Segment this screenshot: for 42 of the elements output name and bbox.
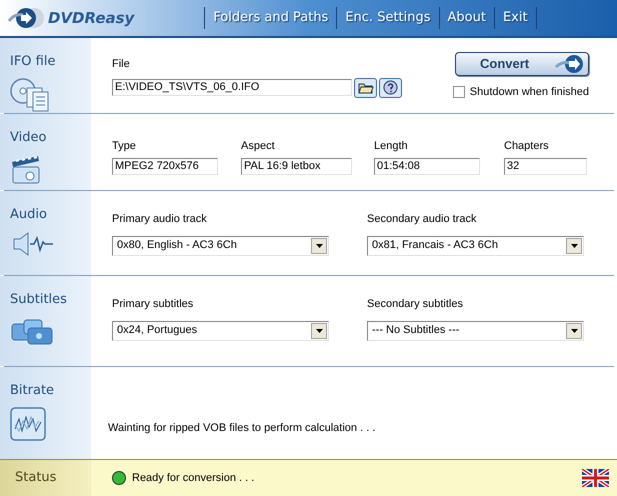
chart-icon <box>10 406 46 440</box>
field-label: Aspect <box>241 139 276 154</box>
dropdown[interactable]: 0x24, Portugues <box>112 320 329 340</box>
field-label: File <box>112 57 131 72</box>
field-label: Primary subtitles <box>112 297 194 312</box>
text-field[interactable]: 01:54:08 <box>374 158 480 174</box>
section-title: Bitrate <box>10 382 56 400</box>
field-label: Secondary subtitles <box>367 297 464 312</box>
convert-button[interactable]: Convert <box>455 52 589 76</box>
status-title: Status <box>15 469 56 488</box>
arrow-icon <box>554 54 584 74</box>
text-field[interactable]: 32 <box>504 158 587 174</box>
field-label: Secondary audio track <box>367 212 478 227</box>
field-label: Chapters <box>504 139 550 154</box>
shutdown-checkbox[interactable]: Shutdown when finished <box>452 84 589 100</box>
dropdown[interactable]: --- No Subtitles --- <box>367 320 584 340</box>
uk-flag-icon[interactable] <box>582 469 609 487</box>
help-icon <box>383 80 398 95</box>
section-title: Video <box>10 129 48 147</box>
dropdown[interactable]: 0x81, Francais - AC3 6Ch <box>367 236 584 256</box>
logo-icon <box>8 7 44 29</box>
text-field[interactable]: E:\VIDEO_TS\VTS_06_0.IFO <box>112 79 352 96</box>
field-label: Length <box>374 139 409 154</box>
dropdown[interactable]: 0x80, English - AC3 6Ch <box>112 236 329 256</box>
field-label: Type <box>112 139 137 154</box>
app-logo: DVDReasy <box>48 8 134 29</box>
folder-icon <box>358 81 374 94</box>
status-text: Ready for conversion . . . <box>132 470 254 486</box>
menu-item[interactable]: About <box>438 7 494 29</box>
menu-item[interactable]: Exit <box>494 7 537 29</box>
menu-item[interactable]: Enc. Settings <box>336 7 439 29</box>
open-folder-button[interactable] <box>354 78 377 98</box>
text-field[interactable]: MPEG2 720x576 <box>112 158 218 174</box>
status-message: Wainting for ripped VOB files to perform calculation . . . <box>108 420 376 436</box>
section-title: Subtitles <box>10 291 68 309</box>
section-title: Audio <box>10 206 48 224</box>
help-button[interactable] <box>379 78 402 98</box>
text-field[interactable]: PAL 16:9 letbox <box>241 158 352 174</box>
disc-document-icon <box>10 78 50 112</box>
field-label: Primary audio track <box>112 212 208 227</box>
clapperboard-icon <box>10 154 42 184</box>
section-title: IFO file <box>10 53 56 71</box>
